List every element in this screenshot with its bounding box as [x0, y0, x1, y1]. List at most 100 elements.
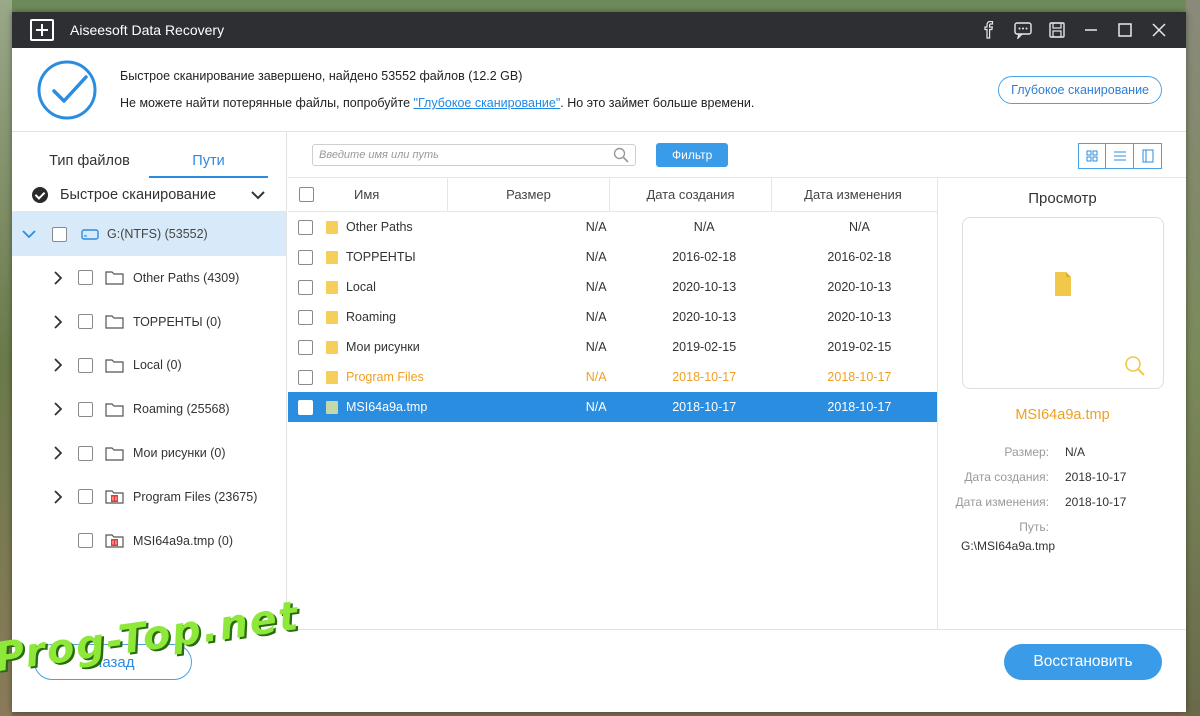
- created-label: Дата создания:: [964, 469, 1049, 484]
- footer: Назад Восстановить: [12, 630, 1186, 712]
- checkbox[interactable]: [78, 445, 93, 461]
- row-checkbox[interactable]: [297, 309, 313, 325]
- folder-icon: [325, 340, 338, 354]
- header-modified[interactable]: Дата изменения: [772, 178, 934, 212]
- size-label: Размер:: [1004, 444, 1049, 459]
- chevron-right-icon[interactable]: [50, 358, 64, 373]
- scan-result-text: Быстрое сканирование завершено, найдено …: [120, 69, 523, 83]
- chevron-right-icon[interactable]: [50, 315, 64, 329]
- preview-view-icon[interactable]: [1134, 143, 1162, 169]
- tree-item[interactable]: Other Paths (4309): [12, 256, 286, 300]
- checkbox[interactable]: [78, 314, 93, 330]
- tree-item[interactable]: Program Files (23675): [12, 475, 286, 519]
- grid-view-icon[interactable]: [1078, 143, 1106, 169]
- facebook-icon[interactable]: [972, 12, 1006, 48]
- tab-paths[interactable]: Пути: [149, 153, 268, 178]
- row-size: N/A: [585, 220, 607, 234]
- chevron-right-icon[interactable]: [50, 402, 64, 416]
- table-row[interactable]: ТОРРЕНТЫ N/A 2016-02-18 2016-02-18: [288, 242, 937, 272]
- row-checkbox[interactable]: [297, 339, 313, 355]
- filter-button[interactable]: Фильтр: [656, 142, 729, 167]
- tree-item-label: Roaming (25568): [133, 402, 230, 417]
- zoom-icon[interactable]: [1123, 354, 1147, 378]
- row-modified: 2020-10-13: [827, 310, 892, 324]
- row-checkbox[interactable]: [297, 249, 313, 265]
- preview-title: Просмотр: [1028, 190, 1097, 207]
- quick-scan-label: Быстрое сканирование: [60, 186, 217, 203]
- drive-label: G:(NTFS) (53552): [107, 227, 208, 241]
- checkbox[interactable]: [78, 401, 93, 417]
- maximize-icon[interactable]: [1108, 12, 1142, 48]
- row-size: N/A: [585, 400, 607, 414]
- chevron-right-icon[interactable]: [50, 446, 64, 460]
- left-tabs: Тип файлов Пути: [12, 132, 286, 178]
- folder-icon: [325, 400, 338, 414]
- row-checkbox[interactable]: [297, 369, 313, 385]
- folder-icon: [105, 271, 124, 285]
- list-view-icon[interactable]: [1106, 143, 1134, 169]
- tree-item[interactable]: Roaming (25568): [12, 387, 286, 431]
- close-icon[interactable]: [1142, 12, 1176, 48]
- row-modified: 2018-10-17: [827, 400, 892, 414]
- save-icon[interactable]: [1040, 12, 1074, 48]
- restore-button[interactable]: Восстановить: [1004, 644, 1162, 680]
- chevron-right-icon[interactable]: [50, 271, 64, 285]
- deep-scan-button[interactable]: Глубокое сканирование: [998, 76, 1162, 104]
- select-all-checkbox[interactable]: [298, 187, 314, 202]
- tree-item[interactable]: Local (0): [12, 344, 286, 388]
- deleted-folder-icon: [105, 534, 124, 548]
- table-row[interactable]: Мои рисунки N/A 2019-02-15 2019-02-15: [288, 332, 937, 362]
- tab-file-types[interactable]: Тип файлов: [30, 153, 149, 178]
- chevron-down-icon[interactable]: [22, 229, 36, 239]
- desktop-background-right: [1186, 0, 1200, 716]
- folder-icon: [105, 315, 124, 329]
- scan-complete-icon: [37, 60, 97, 119]
- chevron-right-icon[interactable]: [50, 490, 64, 504]
- checkbox[interactable]: [78, 357, 93, 373]
- row-size: N/A: [585, 370, 607, 384]
- drive-icon: [81, 229, 99, 240]
- preview-box: [961, 217, 1164, 389]
- deep-scan-link[interactable]: "Глубокое сканирование": [414, 96, 561, 110]
- checkbox[interactable]: [78, 270, 93, 286]
- table-row[interactable]: MSI64a9a.tmp N/A 2018-10-17 2018-10-17: [288, 392, 937, 422]
- row-checkbox[interactable]: [297, 219, 313, 235]
- table-row[interactable]: Other Paths N/A N/A N/A: [288, 212, 937, 242]
- table-row[interactable]: Local N/A 2020-10-13 2020-10-13: [288, 272, 937, 302]
- tree-item[interactable]: ТОРРЕНТЫ (0): [12, 300, 286, 344]
- tree-item[interactable]: Мои рисунки (0): [12, 431, 286, 475]
- desktop-background-left: [0, 0, 12, 716]
- back-button[interactable]: Назад: [34, 644, 192, 680]
- quick-scan-selector[interactable]: Быстрое сканирование: [12, 178, 286, 212]
- row-name: Local: [345, 280, 376, 294]
- row-checkbox[interactable]: [297, 279, 313, 295]
- table-row[interactable]: Program Files N/A 2018-10-17 2018-10-17: [288, 362, 937, 392]
- folder-icon: [105, 446, 124, 461]
- tree-root-drive[interactable]: G:(NTFS) (53552): [12, 212, 286, 256]
- app-logo-icon: [30, 19, 54, 41]
- row-checkbox[interactable]: [297, 399, 313, 415]
- tree-item[interactable]: MSI64a9a.tmp (0): [12, 519, 286, 563]
- minimize-icon[interactable]: [1074, 12, 1108, 48]
- row-size: N/A: [585, 280, 607, 294]
- header-created[interactable]: Дата создания: [610, 177, 772, 212]
- row-created: 2016-02-18: [672, 250, 737, 264]
- header-size[interactable]: Размер: [448, 177, 610, 212]
- tree-item-label: Program Files (23675): [133, 489, 258, 504]
- feedback-icon[interactable]: [1006, 12, 1040, 48]
- view-mode-switch: [1078, 143, 1162, 169]
- chevron-down-icon[interactable]: [250, 190, 266, 200]
- checkbox[interactable]: [52, 226, 67, 242]
- row-name: Other Paths: [345, 220, 413, 234]
- checkbox[interactable]: [78, 533, 93, 549]
- file-icon: [1054, 272, 1071, 296]
- scan-message: Быстрое сканирование завершено, найдено …: [120, 69, 754, 110]
- row-name: Roaming: [345, 310, 397, 324]
- checkbox[interactable]: [78, 489, 93, 505]
- tree-item-label: Local (0): [133, 358, 182, 373]
- search-input[interactable]: Введите имя или путь: [312, 143, 636, 166]
- folder-icon: [325, 250, 338, 264]
- search-icon[interactable]: [613, 147, 629, 163]
- header-name[interactable]: Имя: [318, 177, 448, 212]
- table-row[interactable]: Roaming N/A 2020-10-13 2020-10-13: [288, 302, 937, 332]
